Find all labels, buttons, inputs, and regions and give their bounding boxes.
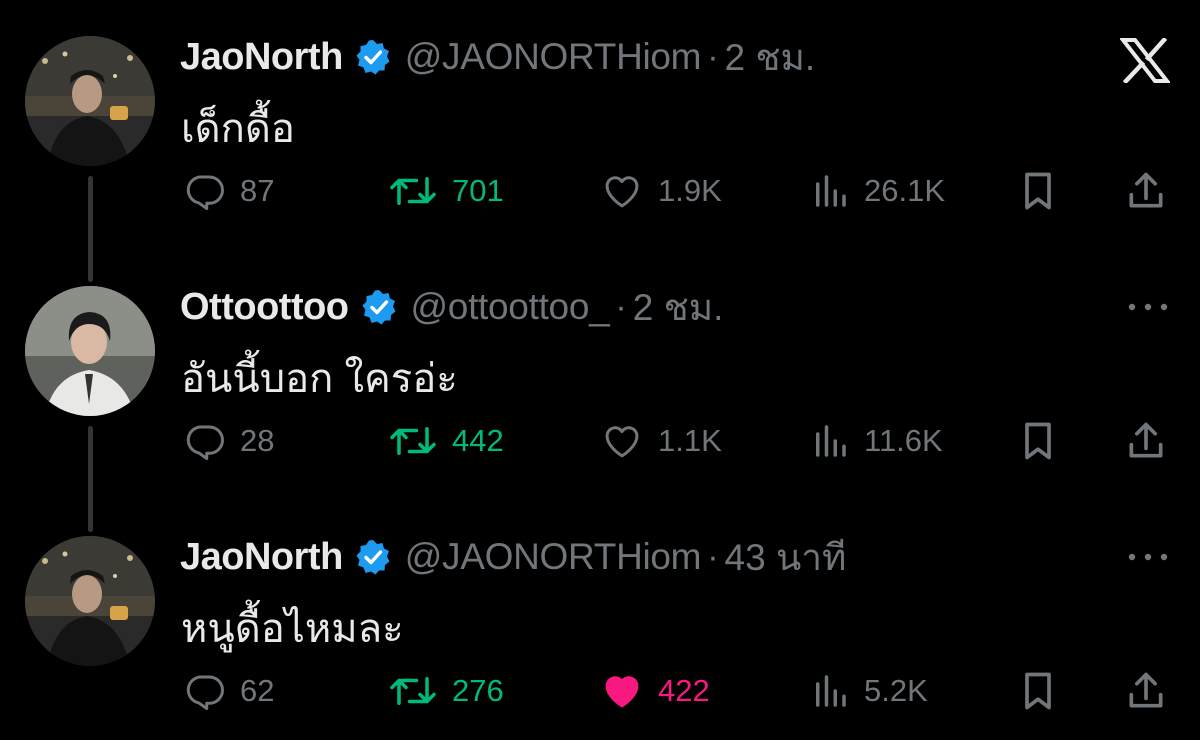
user-handle[interactable]: @ottoottoo_ xyxy=(411,286,610,328)
verified-badge-icon xyxy=(355,539,391,575)
avatar[interactable] xyxy=(25,536,155,666)
bookmark-icon xyxy=(1025,672,1051,710)
retweet-button[interactable]: 442 xyxy=(388,416,504,466)
heart-icon xyxy=(605,676,639,708)
views-button[interactable]: 11.6K xyxy=(810,416,943,466)
retweet-icon xyxy=(390,427,436,455)
tweet-3[interactable]: JaoNorth @JAONORTHiom · 43 นาที หนูดื้อไ… xyxy=(0,500,1200,740)
views-count: 26.1K xyxy=(864,173,946,208)
bookmark-button[interactable] xyxy=(1018,416,1058,466)
separator-dot: · xyxy=(615,287,627,326)
share-button[interactable] xyxy=(1124,666,1168,716)
retweet-count: 276 xyxy=(452,673,504,708)
bookmark-icon xyxy=(1025,172,1051,210)
bookmark-button[interactable] xyxy=(1018,166,1058,216)
action-bar: 28 442 1.1K 11.6K xyxy=(0,416,1200,466)
views-count: 11.6K xyxy=(864,423,943,458)
more-dots-icon[interactable] xyxy=(1126,547,1170,567)
views-icon xyxy=(816,425,846,457)
timestamp[interactable]: 2 ชม. xyxy=(725,28,816,87)
like-count: 1.1K xyxy=(658,423,722,458)
action-bar: 87 701 1.9K 26.1K xyxy=(0,166,1200,216)
more-dots-icon[interactable] xyxy=(1126,297,1170,317)
bookmark-button[interactable] xyxy=(1018,666,1058,716)
retweet-count: 442 xyxy=(452,423,504,458)
display-name[interactable]: Ottoottoo xyxy=(180,286,349,329)
reply-icon xyxy=(186,175,224,210)
like-count: 1.9K xyxy=(658,173,722,208)
user-handle[interactable]: @JAONORTHiom xyxy=(405,36,702,78)
like-button[interactable]: 422 xyxy=(600,666,710,716)
separator-dot: · xyxy=(707,537,719,576)
tweet-2[interactable]: Ottoottoo @ottoottoo_ · 2 ชม. อันนี้บอก … xyxy=(0,250,1200,490)
share-icon xyxy=(1129,422,1163,458)
like-count: 422 xyxy=(658,673,710,708)
timestamp[interactable]: 43 นาที xyxy=(725,528,847,587)
views-button[interactable]: 26.1K xyxy=(810,166,945,216)
display-name[interactable]: JaoNorth xyxy=(180,536,343,579)
reply-icon xyxy=(186,425,224,460)
retweet-count: 701 xyxy=(452,173,504,208)
tweet-text: อันนี้บอก ใครอ่ะ xyxy=(181,357,458,401)
verified-badge-icon xyxy=(361,289,397,325)
separator-dot: · xyxy=(707,37,719,76)
avatar[interactable] xyxy=(25,286,155,416)
reply-count: 28 xyxy=(240,423,275,458)
views-button[interactable]: 5.2K xyxy=(810,666,928,716)
tweet-1[interactable]: JaoNorth @JAONORTHiom · 2 ชม. เด็กดื้อ 8… xyxy=(0,0,1200,240)
share-button[interactable] xyxy=(1124,416,1168,466)
share-button[interactable] xyxy=(1124,166,1168,216)
reply-icon xyxy=(186,675,224,710)
heart-icon xyxy=(605,426,639,458)
views-icon xyxy=(816,175,846,207)
retweet-icon xyxy=(390,177,436,205)
share-icon xyxy=(1129,172,1163,208)
share-icon xyxy=(1129,672,1163,708)
user-handle[interactable]: @JAONORTHiom xyxy=(405,536,702,578)
reply-count: 87 xyxy=(240,173,275,208)
retweet-icon xyxy=(390,677,436,705)
avatar[interactable] xyxy=(25,36,155,166)
views-icon xyxy=(816,675,846,707)
like-button[interactable]: 1.1K xyxy=(600,416,722,466)
bookmark-icon xyxy=(1025,422,1051,460)
reply-button[interactable]: 62 xyxy=(184,666,274,716)
display-name[interactable]: JaoNorth xyxy=(180,36,343,79)
like-button[interactable]: 1.9K xyxy=(600,166,722,216)
reply-count: 62 xyxy=(240,673,275,708)
verified-badge-icon xyxy=(355,39,391,75)
reply-button[interactable]: 87 xyxy=(184,166,274,216)
views-count: 5.2K xyxy=(864,673,928,708)
heart-icon xyxy=(605,176,639,208)
reply-button[interactable]: 28 xyxy=(184,416,274,466)
tweet-text: หนูดื้อไหมละ xyxy=(181,607,404,651)
action-bar: 62 276 422 5.2K xyxy=(0,666,1200,716)
retweet-button[interactable]: 276 xyxy=(388,666,504,716)
timestamp[interactable]: 2 ชม. xyxy=(633,278,724,337)
tweet-text: เด็กดื้อ xyxy=(181,107,295,151)
retweet-button[interactable]: 701 xyxy=(388,166,504,216)
